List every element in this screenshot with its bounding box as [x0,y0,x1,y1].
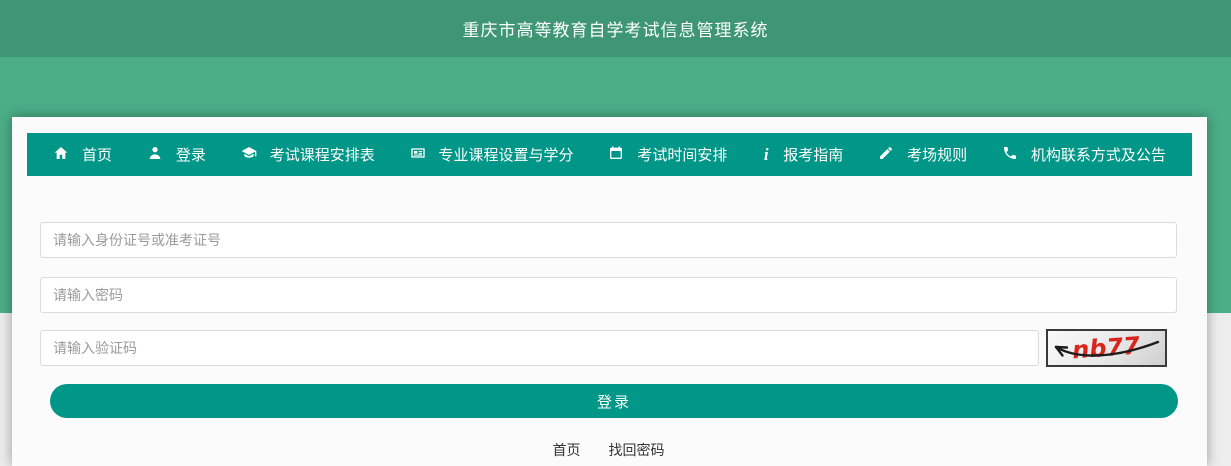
info-icon: i [762,147,770,163]
main-content-panel: 首页 登录 考试课程安排表 专业课程设置与学分 考试时间安排 [12,117,1207,466]
nav-item-label: 考试时间安排 [637,144,727,165]
main-navbar: 首页 登录 考试课程安排表 专业课程设置与学分 考试时间安排 [27,133,1192,176]
phone-icon [1002,145,1018,165]
nav-item-home[interactable]: 首页 [53,144,112,165]
nav-item-label: 报考指南 [783,144,843,165]
footer-links: 首页 找回密码 [40,440,1177,460]
id-number-input[interactable] [40,222,1177,258]
nav-item-exam-room-rules[interactable]: 考场规则 [878,144,967,165]
recover-password-link[interactable]: 找回密码 [609,440,665,460]
nav-item-contact-announcements[interactable]: 机构联系方式及公告 [1002,144,1166,165]
pencil-icon [878,145,894,165]
nav-item-exam-time-schedule[interactable]: 考试时间安排 [608,144,727,165]
captcha-input[interactable] [40,330,1039,366]
nav-item-label: 登录 [176,144,206,165]
page-title: 重庆市高等教育自学考试信息管理系统 [463,16,769,41]
home-link[interactable]: 首页 [553,440,581,460]
nav-item-exam-course-schedule[interactable]: 考试课程安排表 [241,144,375,165]
newspaper-icon [410,145,426,165]
calendar-icon [608,145,624,165]
nav-item-label: 专业课程设置与学分 [439,144,574,165]
nav-item-application-guide[interactable]: i 报考指南 [762,144,843,165]
login-form: nb77 登录 首页 找回密码 [40,222,1177,460]
nav-item-label: 首页 [82,144,112,165]
nav-item-label: 机构联系方式及公告 [1031,144,1166,165]
home-icon [53,145,69,165]
nav-item-label: 考场规则 [907,144,967,165]
password-input[interactable] [40,277,1177,313]
graduation-cap-icon [241,145,257,165]
nav-item-major-courses-credits[interactable]: 专业课程设置与学分 [410,144,574,165]
captcha-image[interactable]: nb77 [1046,329,1167,367]
nav-item-label: 考试课程安排表 [270,144,375,165]
captcha-text: nb77 [1071,332,1141,365]
top-header-bar: 重庆市高等教育自学考试信息管理系统 [0,0,1231,57]
captcha-row: nb77 [40,330,1177,367]
user-icon [147,145,163,165]
nav-item-login[interactable]: 登录 [147,144,206,165]
login-button[interactable]: 登录 [50,384,1178,418]
